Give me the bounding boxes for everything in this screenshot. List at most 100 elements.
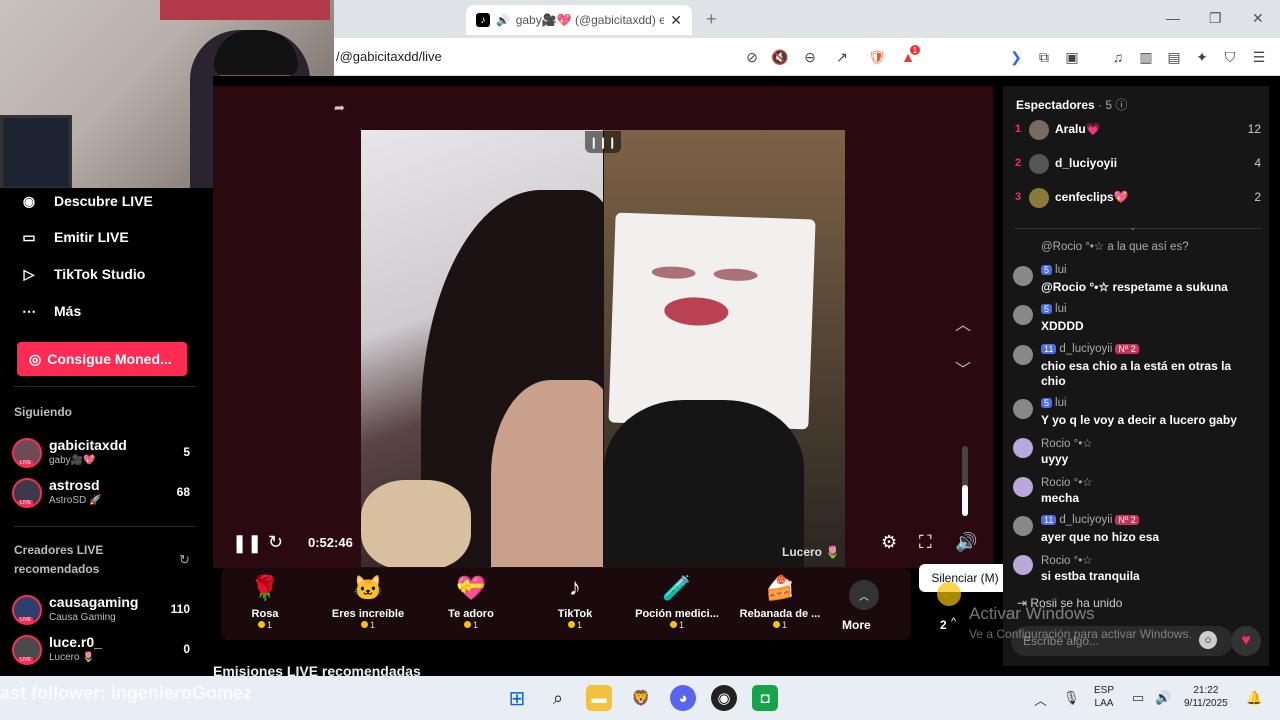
- emoji-icon[interactable]: [937, 582, 961, 606]
- mute-icon[interactable]: 🔇: [771, 48, 789, 66]
- chat-username[interactable]: lui: [1055, 264, 1067, 276]
- viewer-row[interactable]: 2 d_luciyoyii 4: [1015, 152, 1261, 176]
- refresh-icon[interactable]: ↻: [179, 552, 190, 568]
- chat-username[interactable]: lui: [1055, 397, 1067, 409]
- emoji-picker-icon[interactable]: ☺: [1199, 631, 1217, 649]
- gift-price: 1: [215, 620, 315, 630]
- following-title: Siguiendo: [14, 405, 72, 419]
- chat-username[interactable]: d_luciyoyii: [1059, 343, 1112, 355]
- activate-windows-title: Activar Windows: [969, 604, 1095, 623]
- gift-item[interactable]: 🌹 Rosa 1: [215, 574, 315, 630]
- chat-username[interactable]: lui: [1055, 303, 1067, 315]
- info-icon[interactable]: ⓘ: [1115, 98, 1127, 112]
- chat-text: XDDDD: [1041, 319, 1084, 333]
- browser-tab[interactable]: ♪ 🔊 gaby🎥💖 (@gabicitaxdd) es ✕: [466, 5, 692, 35]
- more-gifts-button[interactable]: ︿: [849, 580, 879, 610]
- chat-user[interactable]: Rocio °•☆: [1041, 436, 1093, 450]
- more-label[interactable]: More: [842, 618, 871, 632]
- obs-icon[interactable]: ◉: [711, 685, 737, 711]
- chevron-down-icon[interactable]: ⌄: [1129, 222, 1137, 233]
- restore-icon[interactable]: ❐: [1209, 10, 1222, 27]
- pause-icon[interactable]: ❚❚: [232, 533, 262, 554]
- following-item[interactable]: LIVE astrosd AstroSD 🚀 68: [12, 476, 202, 510]
- language-indicator[interactable]: ESP LAA: [1094, 684, 1114, 710]
- menu-icon[interactable]: ☰: [1250, 48, 1268, 66]
- chat-user[interactable]: Rocio °•☆: [1041, 553, 1093, 567]
- sidebar-icon[interactable]: ▥: [1137, 48, 1155, 66]
- vpn-icon[interactable]: ⛉: [1221, 48, 1239, 66]
- close-window-icon[interactable]: ✕: [1252, 10, 1264, 27]
- chevron-down-icon[interactable]: ﹀: [955, 356, 971, 380]
- nav-label: Descubre LIVE: [54, 193, 153, 209]
- creator-item[interactable]: LIVE luce.r0_ Lucero 🌷 0: [12, 633, 202, 667]
- video-right-stream[interactable]: [604, 130, 845, 567]
- close-tab-icon[interactable]: ✕: [670, 12, 682, 29]
- tray-chevron-icon[interactable]: ︿: [1034, 690, 1047, 709]
- url-text[interactable]: /@gabicitaxdd/live: [336, 49, 442, 64]
- nav-label: Más: [54, 303, 82, 319]
- leo-icon[interactable]: ✦: [1193, 48, 1211, 66]
- creator-item[interactable]: LIVE causagaming Causa Gaming 110: [12, 593, 202, 627]
- wallet-icon[interactable]: ❯: [1007, 48, 1025, 66]
- volume-slider[interactable]: [962, 446, 968, 516]
- gift-price-value: 1: [266, 620, 272, 630]
- chat-username[interactable]: d_luciyoyii: [1059, 514, 1112, 526]
- share-arrow-icon[interactable]: ➦: [334, 100, 345, 116]
- gift-item[interactable]: 💝 Te adoro 1: [421, 574, 521, 630]
- chat-user: 5 lui: [1041, 303, 1067, 315]
- settings-gear-icon[interactable]: ⚙: [881, 532, 897, 553]
- viewer-row[interactable]: 3 cenfeclips💖 2: [1015, 186, 1261, 210]
- avatar: [1013, 477, 1033, 497]
- music-icon[interactable]: ♫: [1109, 48, 1127, 66]
- brave-shields-icon[interactable]: 🛡: [868, 48, 886, 66]
- zoom-icon[interactable]: ⊖: [801, 48, 819, 66]
- volume-icon[interactable]: 🔊: [955, 532, 977, 553]
- app-icon[interactable]: ◘: [752, 685, 778, 711]
- speaker-icon[interactable]: 🔊: [1155, 690, 1171, 706]
- viewer-row[interactable]: 1 Aralu💗 12: [1015, 118, 1261, 142]
- windows-start-icon[interactable]: ⊞: [504, 685, 530, 711]
- coin-icon: [669, 621, 677, 628]
- gift-item[interactable]: ♪ TikTok 1: [525, 574, 625, 630]
- audio-icon[interactable]: 🔊: [496, 14, 510, 27]
- refresh-icon[interactable]: ↻: [268, 532, 283, 553]
- file-explorer-icon[interactable]: ▬: [586, 685, 612, 711]
- nav-tiktok-studio[interactable]: ▷ TikTok Studio: [18, 263, 146, 285]
- split-handle-icon[interactable]: ❙❙❙: [585, 131, 621, 153]
- new-tab-button[interactable]: +: [706, 9, 717, 30]
- share-icon[interactable]: ↗: [833, 48, 851, 66]
- like-heart-button[interactable]: ♥: [1231, 626, 1261, 656]
- no-tracking-icon[interactable]: ⊘: [743, 48, 761, 66]
- nav-more[interactable]: ⋯ Más: [18, 300, 81, 322]
- chevron-up-icon[interactable]: ^: [951, 616, 956, 628]
- discord-icon[interactable]: ◕: [670, 685, 696, 711]
- reader-icon[interactable]: ▣: [1063, 48, 1081, 66]
- viewer-score: 12: [1247, 122, 1261, 136]
- cat-icon: 🐱: [353, 575, 383, 602]
- clock[interactable]: 21:22 9/11/2025: [1184, 684, 1228, 710]
- notification-bell-icon[interactable]: 🔔: [1246, 690, 1262, 706]
- extensions-icon[interactable]: ⧉: [1035, 48, 1053, 66]
- gift-item[interactable]: 🍰 Rebanada de ... 1: [730, 574, 830, 630]
- gift-item[interactable]: 🧪 Poción medici... 1: [627, 574, 727, 630]
- gift-item[interactable]: 🐱 Eres increíble 1: [318, 574, 418, 630]
- search-icon[interactable]: ⌕: [545, 685, 571, 711]
- chevron-up-icon[interactable]: ︿: [955, 311, 971, 335]
- network-icon[interactable]: ▭: [1132, 690, 1144, 706]
- get-coins-button[interactable]: ◎ Consigue Moned...: [17, 342, 187, 376]
- following-item[interactable]: LIVE gabicitaxdd gaby🎥💖 5: [12, 436, 202, 470]
- divider: [1015, 228, 1261, 229]
- microphone-icon[interactable]: 🎙: [1063, 690, 1080, 706]
- chat-user[interactable]: Rocio °•☆: [1041, 475, 1093, 489]
- brave-browser-icon[interactable]: 🦁: [628, 685, 654, 711]
- minimize-icon[interactable]: —: [1166, 10, 1180, 26]
- chat-text: @Rocio °•☆ respetame a sukuna: [1041, 280, 1228, 294]
- activate-windows-sub: Ve a Configuración para activar Windows.: [969, 627, 1192, 641]
- video-left-stream[interactable]: [361, 130, 603, 567]
- nav-go-live[interactable]: ▭ Emitir LIVE: [18, 226, 128, 248]
- avatar: LIVE: [12, 478, 42, 508]
- fullscreen-icon[interactable]: ⛶: [919, 532, 932, 553]
- wallet2-icon[interactable]: ▤: [1165, 48, 1183, 66]
- camera-icon: ▭: [22, 228, 36, 245]
- nav-discover-live[interactable]: ◉ Descubre LIVE: [18, 190, 153, 212]
